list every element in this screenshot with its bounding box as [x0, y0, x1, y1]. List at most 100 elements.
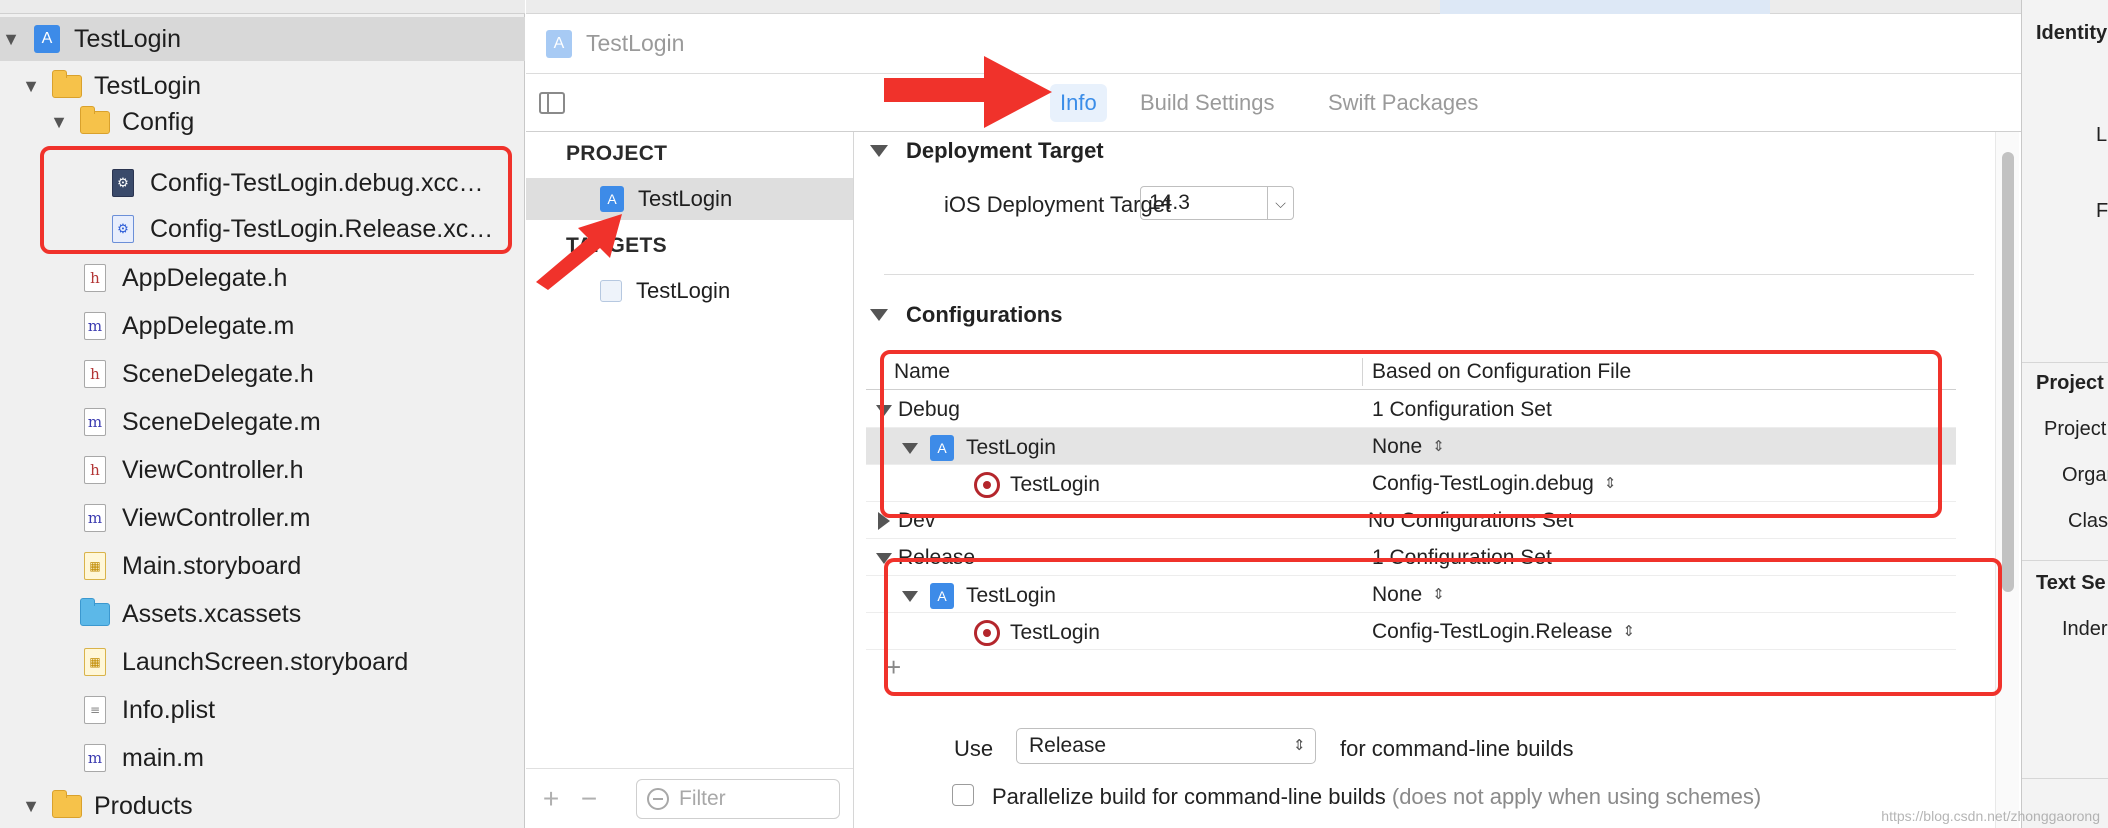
nav-item-xcconfig-debug[interactable]: ⚙ Config-TestLogin.debug.xcc… — [0, 161, 525, 205]
disclosure-down-icon[interactable]: ▼ — [20, 795, 42, 817]
config-file-popup[interactable]: Config-TestLogin.debug ⇕ — [1372, 472, 1616, 496]
remove-target-button[interactable]: − — [574, 783, 604, 815]
nav-item-group-config[interactable]: ▼ Config — [0, 100, 525, 144]
project-file-icon: A — [32, 24, 62, 54]
project-section-header: PROJECT — [566, 142, 668, 165]
command-line-config-select[interactable]: Release ⇕ — [1016, 728, 1316, 764]
command-line-config-value: Release — [1029, 734, 1107, 757]
deployment-target-header[interactable]: Deployment Target — [870, 138, 1104, 164]
config-row-release[interactable]: Release 1 Configuration Set — [866, 539, 1956, 576]
nav-item-xcconfig-release[interactable]: ⚙ Config-TestLogin.Release.xc… — [0, 207, 525, 251]
nav-item-appdelegate-m[interactable]: m AppDelegate.m — [0, 304, 525, 348]
nav-item-scenedelegate-h[interactable]: h SceneDelegate.h — [0, 352, 525, 396]
configurations-table-header: Name Based on Configuration File — [866, 352, 1956, 390]
jump-bar[interactable]: A TestLogin — [526, 14, 2021, 74]
disclosure-down-icon[interactable] — [870, 309, 888, 321]
filter-field[interactable]: Filter — [636, 779, 840, 819]
config-name: Debug — [898, 398, 960, 421]
nav-item-scenedelegate-m[interactable]: m SceneDelegate.m — [0, 400, 525, 444]
config-name: Release — [898, 546, 976, 569]
nav-item-info-plist[interactable]: ≡ Info.plist — [0, 688, 525, 732]
nav-item-label: SceneDelegate.h — [122, 359, 314, 388]
project-editor: A TestLogin Info Build Settings Swift Pa… — [526, 0, 2021, 828]
column-header-config-file[interactable]: Based on Configuration File — [1372, 360, 1631, 384]
updown-chevron-icon: ⇕ — [1293, 737, 1306, 754]
nav-item-label: Products — [94, 791, 193, 820]
config-row-debug-project[interactable]: A TestLogin None ⇕ — [866, 428, 1956, 465]
storyboard-file-icon: ▦ — [80, 647, 110, 677]
disclosure-right-icon[interactable] — [878, 512, 890, 530]
disclosure-down-icon[interactable] — [870, 145, 888, 157]
assets-folder-icon — [80, 597, 110, 629]
jump-bar-title[interactable]: TestLogin — [586, 30, 684, 57]
disclosure-down-icon[interactable]: ▼ — [20, 75, 42, 97]
nav-item-appdelegate-h[interactable]: h AppDelegate.h — [0, 256, 525, 300]
config-file-popup[interactable]: None ⇕ — [1372, 435, 1445, 459]
project-file-icon: A — [546, 29, 572, 58]
inspector-field-label: Clas — [2068, 510, 2108, 532]
vertical-scrollbar[interactable] — [1995, 132, 2019, 828]
disclosure-down-icon[interactable] — [876, 552, 892, 564]
config-row-release-project[interactable]: A TestLogin None ⇕ — [866, 576, 1956, 613]
column-header-name[interactable]: Name — [894, 360, 950, 384]
config-name: TestLogin — [1010, 621, 1100, 644]
inspector-divider — [2022, 560, 2108, 561]
target-icon — [974, 472, 1000, 498]
ios-deployment-target-combo[interactable]: 14.3 ⌵ — [1140, 186, 1294, 220]
nav-item-main-storyboard[interactable]: ▦ Main.storyboard — [0, 544, 525, 588]
config-row-debug-target[interactable]: TestLogin Config-TestLogin.debug ⇕ — [866, 465, 1956, 502]
nav-item-main-m[interactable]: m main.m — [0, 736, 525, 780]
parallelize-checkbox[interactable] — [952, 784, 974, 806]
chevron-down-icon[interactable]: ⌵ — [1267, 187, 1293, 219]
config-value: 1 Configuration Set — [1372, 546, 1552, 569]
config-row-dev[interactable]: Dev No Configurations Set — [866, 502, 1956, 539]
project-item-label: TestLogin — [638, 186, 733, 211]
scrollbar-thumb[interactable] — [2002, 152, 2014, 592]
project-item[interactable]: A TestLogin — [526, 178, 853, 220]
disclosure-down-icon[interactable]: ▼ — [48, 111, 70, 133]
config-file-popup[interactable]: Config-TestLogin.Release ⇕ — [1372, 620, 1636, 644]
add-configuration-button[interactable]: + — [886, 652, 901, 683]
parallelize-label[interactable]: Parallelize build for command-line build… — [992, 784, 1761, 810]
tab-swift-packages[interactable]: Swift Packages — [1318, 84, 1488, 122]
disclosure-down-icon[interactable] — [902, 442, 918, 454]
config-value: No Configurations Set — [1368, 509, 1574, 532]
nav-item-viewcontroller-m[interactable]: m ViewController.m — [0, 496, 525, 540]
target-icon — [974, 620, 1000, 646]
nav-item-label: AppDelegate.h — [122, 263, 288, 292]
config-value: None — [1372, 435, 1423, 458]
nav-item-assets[interactable]: Assets.xcassets — [0, 592, 525, 636]
parallelize-text: Parallelize build for command-line build… — [992, 784, 1386, 809]
project-file-icon: A — [930, 435, 954, 461]
target-item[interactable]: TestLogin — [526, 270, 853, 312]
nav-item-label: Info.plist — [122, 695, 216, 724]
disclosure-down-icon[interactable]: ▼ — [0, 28, 22, 50]
app-target-icon — [600, 280, 622, 302]
project-navigator: ▼ A TestLogin ▼ TestLogin ▼ Config ⚙ Con… — [0, 0, 525, 828]
updown-chevron-icon: ⇕ — [1432, 438, 1445, 455]
nav-item-launchscreen[interactable]: ▦ LaunchScreen.storyboard — [0, 640, 525, 684]
sidebar-toggle-icon[interactable] — [539, 92, 565, 114]
nav-item-products[interactable]: ▼ Products — [0, 784, 525, 828]
active-editor-tab[interactable] — [1440, 0, 1770, 14]
add-target-button[interactable]: + — [536, 783, 566, 815]
disclosure-down-icon[interactable] — [902, 590, 918, 602]
header-file-icon: h — [80, 455, 110, 485]
config-file-popup[interactable]: None ⇕ — [1372, 583, 1445, 607]
ios-deployment-target-value[interactable]: 14.3 — [1141, 191, 1267, 215]
tab-build-settings[interactable]: Build Settings — [1130, 84, 1285, 122]
xcconfig-file-icon: ⚙ — [108, 168, 138, 198]
filter-placeholder: Filter — [679, 787, 726, 810]
config-row-release-target[interactable]: TestLogin Config-TestLogin.Release ⇕ — [866, 613, 1956, 650]
config-row-debug[interactable]: Debug 1 Configuration Set — [866, 391, 1956, 428]
nav-item-project[interactable]: ▼ A TestLogin — [0, 17, 525, 61]
nav-item-viewcontroller-h[interactable]: h ViewController.h — [0, 448, 525, 492]
nav-item-label: Assets.xcassets — [122, 599, 302, 628]
config-name: TestLogin — [966, 436, 1056, 459]
disclosure-down-icon[interactable] — [876, 404, 892, 416]
source-file-icon: m — [80, 743, 110, 773]
ios-deployment-target-label: iOS Deployment Target — [944, 192, 1172, 217]
tab-info[interactable]: Info — [1050, 84, 1107, 122]
updown-chevron-icon: ⇕ — [1622, 623, 1636, 640]
configurations-header[interactable]: Configurations — [870, 302, 1062, 328]
